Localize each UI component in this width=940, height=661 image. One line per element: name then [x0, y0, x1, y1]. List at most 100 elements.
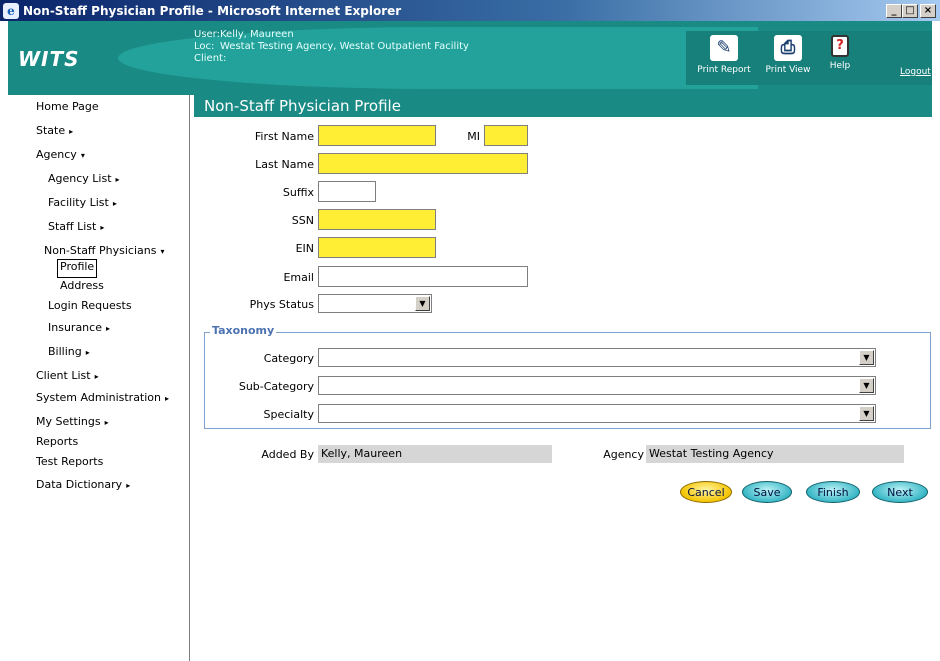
- sidebar-item-state[interactable]: State ▸: [36, 124, 73, 137]
- loc-label: Loc:: [194, 41, 215, 52]
- specialty-label: Specialty: [263, 408, 314, 421]
- sidebar-item-label: Reports: [36, 435, 79, 448]
- chevron-right-icon: ▸: [104, 418, 109, 427]
- sidebar-item-label: Non-Staff Physicians: [44, 244, 157, 257]
- sub-category-value: [319, 378, 322, 391]
- sidebar-item-insurance[interactable]: Insurance ▸: [48, 321, 110, 334]
- sidebar-item-profile[interactable]: Profile: [57, 259, 98, 278]
- help-button[interactable]: ? Help: [822, 35, 858, 71]
- cancel-button[interactable]: Cancel: [680, 481, 732, 503]
- ein-input[interactable]: [318, 237, 436, 258]
- first-name-label: First Name: [254, 130, 314, 143]
- sub-category-label: Sub-Category: [238, 380, 314, 393]
- minimize-button[interactable]: _: [886, 3, 902, 18]
- sidebar-item-label: Agency: [36, 148, 77, 161]
- sidebar-item-label: Staff List: [48, 220, 97, 233]
- sidebar-item-staff-list[interactable]: Staff List ▸: [48, 220, 104, 233]
- sidebar-item-label: Client List: [36, 369, 91, 382]
- chevron-down-icon: ▼: [859, 406, 874, 421]
- sidebar-item-label: Billing: [48, 345, 82, 358]
- specialty-select[interactable]: ▼: [318, 404, 876, 423]
- sidebar-item-reports[interactable]: Reports: [36, 435, 78, 448]
- chevron-down-icon: ▾: [160, 247, 165, 256]
- sidebar-item-client-list[interactable]: Client List ▸: [36, 369, 99, 382]
- first-name-input[interactable]: [318, 125, 436, 146]
- loc-value: Westat Testing Agency, Westat Outpatient…: [220, 41, 469, 52]
- sidebar-item-billing[interactable]: Billing ▸: [48, 345, 90, 358]
- phys-status-select[interactable]: ▼: [318, 294, 432, 313]
- sidebar-item-data-dictionary[interactable]: Data Dictionary ▸: [36, 478, 130, 491]
- sidebar-item-label: Profile: [60, 260, 95, 273]
- sidebar-nav: Home Page State ▸ Agency ▾ Agency List ▸ Fa…: [8, 95, 190, 661]
- print-report-icon: ✎: [710, 35, 738, 61]
- suffix-input[interactable]: [318, 181, 376, 202]
- chevron-right-icon: ▸: [112, 199, 117, 208]
- specialty-value: [319, 406, 322, 419]
- sidebar-item-label: State: [36, 124, 66, 137]
- user-context: User: Kelly, Maureen Loc: Westat Testing A…: [194, 29, 469, 65]
- wits-logo[interactable]: WITS: [18, 47, 80, 71]
- sidebar-item-agency-list[interactable]: Agency List ▸: [48, 172, 120, 185]
- print-view-button[interactable]: ⎙ Print View: [760, 35, 816, 75]
- sidebar-item-label: Home Page: [36, 100, 99, 113]
- sidebar-item-label: My Settings: [36, 415, 101, 428]
- page-title: Non-Staff Physician Profile: [194, 95, 932, 117]
- window-controls: _ □ ×: [886, 3, 936, 18]
- help-label: Help: [829, 61, 851, 71]
- print-report-button[interactable]: ✎ Print Report: [694, 35, 754, 75]
- app-header: WITS User: Kelly, Maureen Loc: Westat Test…: [8, 21, 932, 95]
- maximize-button[interactable]: □: [902, 3, 918, 18]
- mi-label: MI: [467, 130, 480, 143]
- sub-category-select[interactable]: ▼: [318, 376, 876, 395]
- chevron-right-icon: ▸: [85, 348, 90, 357]
- last-name-input[interactable]: [318, 153, 528, 174]
- ie-icon: e: [3, 2, 19, 19]
- category-label: Category: [263, 352, 314, 365]
- added-by-label: Added By: [261, 448, 314, 461]
- chevron-right-icon: ▸: [115, 175, 120, 184]
- client-label: Client:: [194, 53, 227, 64]
- sidebar-item-non-staff-physicians[interactable]: Non-Staff Physicians ▾: [44, 244, 164, 257]
- next-button[interactable]: Next: [872, 481, 928, 503]
- chevron-down-icon: ▼: [415, 296, 430, 311]
- sidebar-item-label: System Administration: [36, 391, 162, 404]
- agency-value: Westat Testing Agency: [646, 445, 904, 463]
- sidebar-item-login-requests[interactable]: Login Requests: [48, 299, 132, 312]
- logout-link[interactable]: Logout: [900, 67, 931, 77]
- sidebar-item-home-page[interactable]: Home Page: [36, 100, 99, 113]
- window-title-bar: e Non-Staff Physician Profile - Microsof…: [0, 0, 940, 21]
- sidebar-item-label: Agency List: [48, 172, 112, 185]
- email-input[interactable]: [318, 266, 528, 287]
- sidebar-item-address[interactable]: Address: [60, 279, 104, 292]
- help-icon: ?: [831, 35, 849, 57]
- close-button[interactable]: ×: [920, 3, 936, 18]
- sidebar-item-label: Data Dictionary: [36, 478, 123, 491]
- category-value: [319, 350, 322, 363]
- sidebar-item-system-administration[interactable]: System Administration ▸: [36, 391, 169, 404]
- print-report-label: Print Report: [697, 65, 751, 75]
- chevron-right-icon: ▸: [100, 223, 105, 232]
- finish-button[interactable]: Finish: [806, 481, 860, 503]
- ssn-label: SSN: [291, 214, 314, 227]
- save-button[interactable]: Save: [742, 481, 792, 503]
- sidebar-item-agency[interactable]: Agency ▾: [36, 148, 85, 161]
- ssn-input[interactable]: [318, 209, 436, 230]
- print-view-label: Print View: [765, 65, 811, 75]
- sidebar-item-label: Test Reports: [36, 455, 104, 468]
- chevron-down-icon: ▼: [859, 350, 874, 365]
- sidebar-item-facility-list[interactable]: Facility List ▸: [48, 196, 117, 209]
- sidebar-item-label: Insurance: [48, 321, 102, 334]
- category-select[interactable]: ▼: [318, 348, 876, 367]
- sidebar-item-my-settings[interactable]: My Settings ▸: [36, 415, 109, 428]
- user-value: Kelly, Maureen: [220, 29, 294, 40]
- chevron-right-icon: ▸: [105, 324, 110, 333]
- sidebar-item-label: Login Requests: [48, 299, 132, 312]
- user-label: User:: [194, 29, 220, 40]
- chevron-right-icon: ▸: [126, 481, 131, 490]
- mi-input[interactable]: [484, 125, 528, 146]
- sidebar-item-test-reports[interactable]: Test Reports: [36, 455, 103, 468]
- main-content: Non-Staff Physician Profile First Name M…: [194, 95, 932, 661]
- header-toolbar: ✎ Print Report ⎙ Print View ? Help: [686, 31, 932, 85]
- sidebar-item-label: Facility List: [48, 196, 109, 209]
- sidebar-item-label: Address: [60, 279, 104, 292]
